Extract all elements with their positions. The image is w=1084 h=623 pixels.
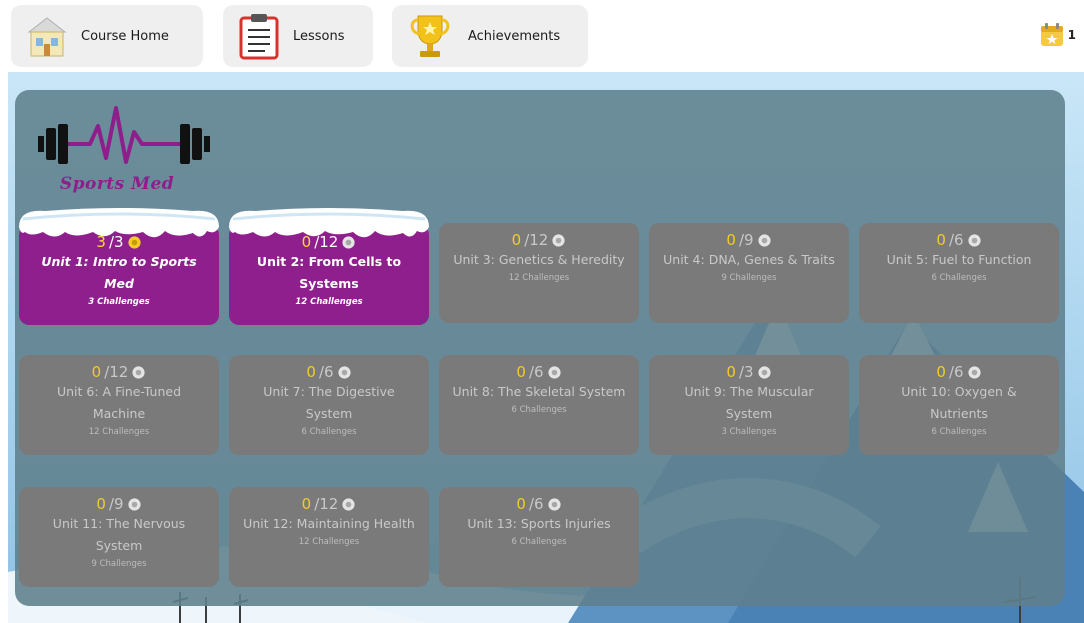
unit-challenges: 12 Challenges [298,537,360,547]
badge-icon [967,365,981,379]
unit-progress: 0/12 [439,231,639,249]
badge-icon [552,233,565,247]
badge-icon [757,233,771,247]
unit-challenges: 6 Challenges [931,427,987,437]
unit-card-6[interactable]: 0/12 Unit 6: A Fine-Tuned Machine 12 Chall… [19,355,219,455]
unit-card-2[interactable]: 0/12 Unit 2: From Cells to Systems 12 Chal… [229,208,429,325]
unit-challenges: 6 Challenges [511,537,567,547]
progress-done: 0 [301,495,312,513]
progress-done: 0 [936,363,946,381]
calendar-star-icon [1040,23,1063,46]
unit-card-9[interactable]: 0/3 Unit 9: The Muscular System 3 Challeng… [649,355,849,455]
unit-card-12[interactable]: 0/12 Unit 12: Maintaining Health 12 Challe… [229,487,429,587]
unit-progress: 0/12 [19,363,219,381]
snow-cap [19,208,219,238]
unit-card-13[interactable]: 0/6 Unit 13: Sports Injuries 6 Challenges [439,487,639,587]
unit-progress: 0/9 [649,231,849,249]
unit-title: Unit 9: The Muscular System [684,384,814,421]
progress-done: 0 [511,231,522,249]
unit-title: Unit 7: The Digestive System [263,384,395,421]
progress-done: 0 [91,363,102,381]
unit-challenges: 6 Challenges [931,273,987,283]
unit-challenges: 3 Challenges [721,427,777,437]
course-home-label: Course Home [81,28,169,44]
unit-progress: 0/6 [229,363,429,381]
badge-icon [337,365,351,379]
unit-card-10[interactable]: 0/6 Unit 10: Oxygen & Nutrients 6 Challeng… [859,355,1059,455]
unit-card-8[interactable]: 0/6 Unit 8: The Skeletal System 6 Challeng… [439,355,639,455]
progress-total: /6 [528,495,544,513]
progress-done: 0 [516,495,526,513]
snow-cap [229,208,429,238]
progress-done: 0 [936,231,946,249]
unit-challenges: 12 Challenges [508,273,570,283]
unit-title: Unit 5: Fuel to Function [886,252,1032,267]
progress-total: /9 [738,231,754,249]
lessons-button[interactable]: Lessons [223,5,373,67]
unit-progress: 0/9 [19,495,219,513]
badge-icon [967,233,981,247]
unit-progress: 0/6 [439,363,639,381]
streak-count: 1 [1067,28,1076,42]
badge-icon [342,497,355,511]
progress-done: 0 [726,231,736,249]
progress-total: /6 [528,363,544,381]
achievements-button[interactable]: Achievements [392,5,588,67]
unit-title: Unit 3: Genetics & Heredity [453,252,625,267]
unit-title: Unit 2: From Cells to Systems [256,254,402,291]
progress-total: /6 [948,363,964,381]
progress-done: 0 [516,363,526,381]
trophy-icon [410,15,450,57]
streak-indicator[interactable]: 1 [1039,22,1076,48]
unit-challenges: 6 Challenges [301,427,357,437]
unit-title: Unit 6: A Fine-Tuned Machine [56,384,182,421]
unit-challenges: 12 Challenges [295,297,363,307]
unit-progress: 0/3 [649,363,849,381]
lessons-label: Lessons [293,28,345,44]
unit-title: Unit 8: The Skeletal System [452,384,626,399]
unit-progress: 0/6 [439,495,639,513]
progress-total: /12 [104,363,129,381]
unit-title: Unit 12: Maintaining Health [243,516,415,531]
unit-title: Unit 11: The Nervous System [52,516,186,553]
unit-title: Unit 1: Intro to Sports Med [41,254,197,291]
progress-total: /3 [738,363,754,381]
badge-icon [132,365,145,379]
unit-progress: 0/6 [859,231,1059,249]
unit-card-4[interactable]: 0/9 Unit 4: DNA, Genes & Traits 9 Challeng… [649,223,849,323]
unit-card-11[interactable]: 0/9 Unit 11: The Nervous System 9 Challeng… [19,487,219,587]
top-bar: Course Home Lessons Achievements 1 [0,0,1084,72]
unit-challenges: 6 Challenges [511,405,567,415]
school-icon [27,17,67,57]
unit-challenges: 3 Challenges [88,297,150,307]
unit-challenges: 12 Challenges [88,427,150,437]
badge-icon [757,365,771,379]
progress-total: /9 [108,495,124,513]
badge-icon [547,365,561,379]
achievements-label: Achievements [468,28,561,44]
unit-card-5[interactable]: 0/6 Unit 5: Fuel to Function 6 Challenges [859,223,1059,323]
badge-icon [127,497,141,511]
logo-text: Sports Med [59,174,175,194]
course-home-button[interactable]: Course Home [11,5,203,67]
progress-done: 0 [96,495,106,513]
progress-total: /6 [318,363,334,381]
unit-title: Unit 10: Oxygen & Nutrients [901,384,1017,421]
unit-title: Unit 4: DNA, Genes & Traits [663,252,835,267]
badge-icon [547,497,561,511]
unit-title: Unit 13: Sports Injuries [467,516,611,531]
unit-progress: 0/6 [859,363,1059,381]
progress-done: 0 [726,363,736,381]
unit-card-1[interactable]: 3/3 Unit 1: Intro to Sports Med 3 Challeng… [19,208,219,325]
unit-progress: 0/12 [229,495,429,513]
progress-total: /6 [948,231,964,249]
progress-done: 0 [306,363,316,381]
unit-challenges: 9 Challenges [721,273,777,283]
clipboard-icon [239,14,279,60]
progress-total: /12 [314,495,339,513]
unit-card-7[interactable]: 0/6 Unit 7: The Digestive System 6 Challen… [229,355,429,455]
unit-card-3[interactable]: 0/12 Unit 3: Genetics & Heredity 12 Challe… [439,223,639,323]
progress-total: /12 [524,231,549,249]
unit-challenges: 9 Challenges [91,559,147,569]
